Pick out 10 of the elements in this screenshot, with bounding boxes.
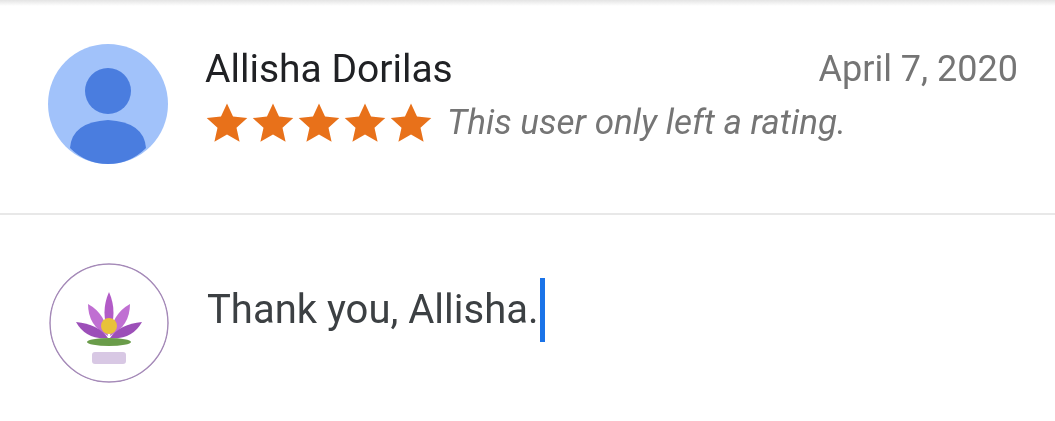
review-date: April 7, 2020 [818,47,1018,92]
star-icon [389,102,433,144]
review-comment: This user only left a rating. [447,101,846,145]
star-icon [343,102,387,144]
reply-input-field[interactable]: Thank you, Allisha. [207,278,546,342]
avatar-icon [48,44,168,164]
reviewer-name: Allisha Dorilas [205,45,453,94]
star-icon [251,102,295,144]
star-icon [297,102,341,144]
star-icon [205,102,249,144]
